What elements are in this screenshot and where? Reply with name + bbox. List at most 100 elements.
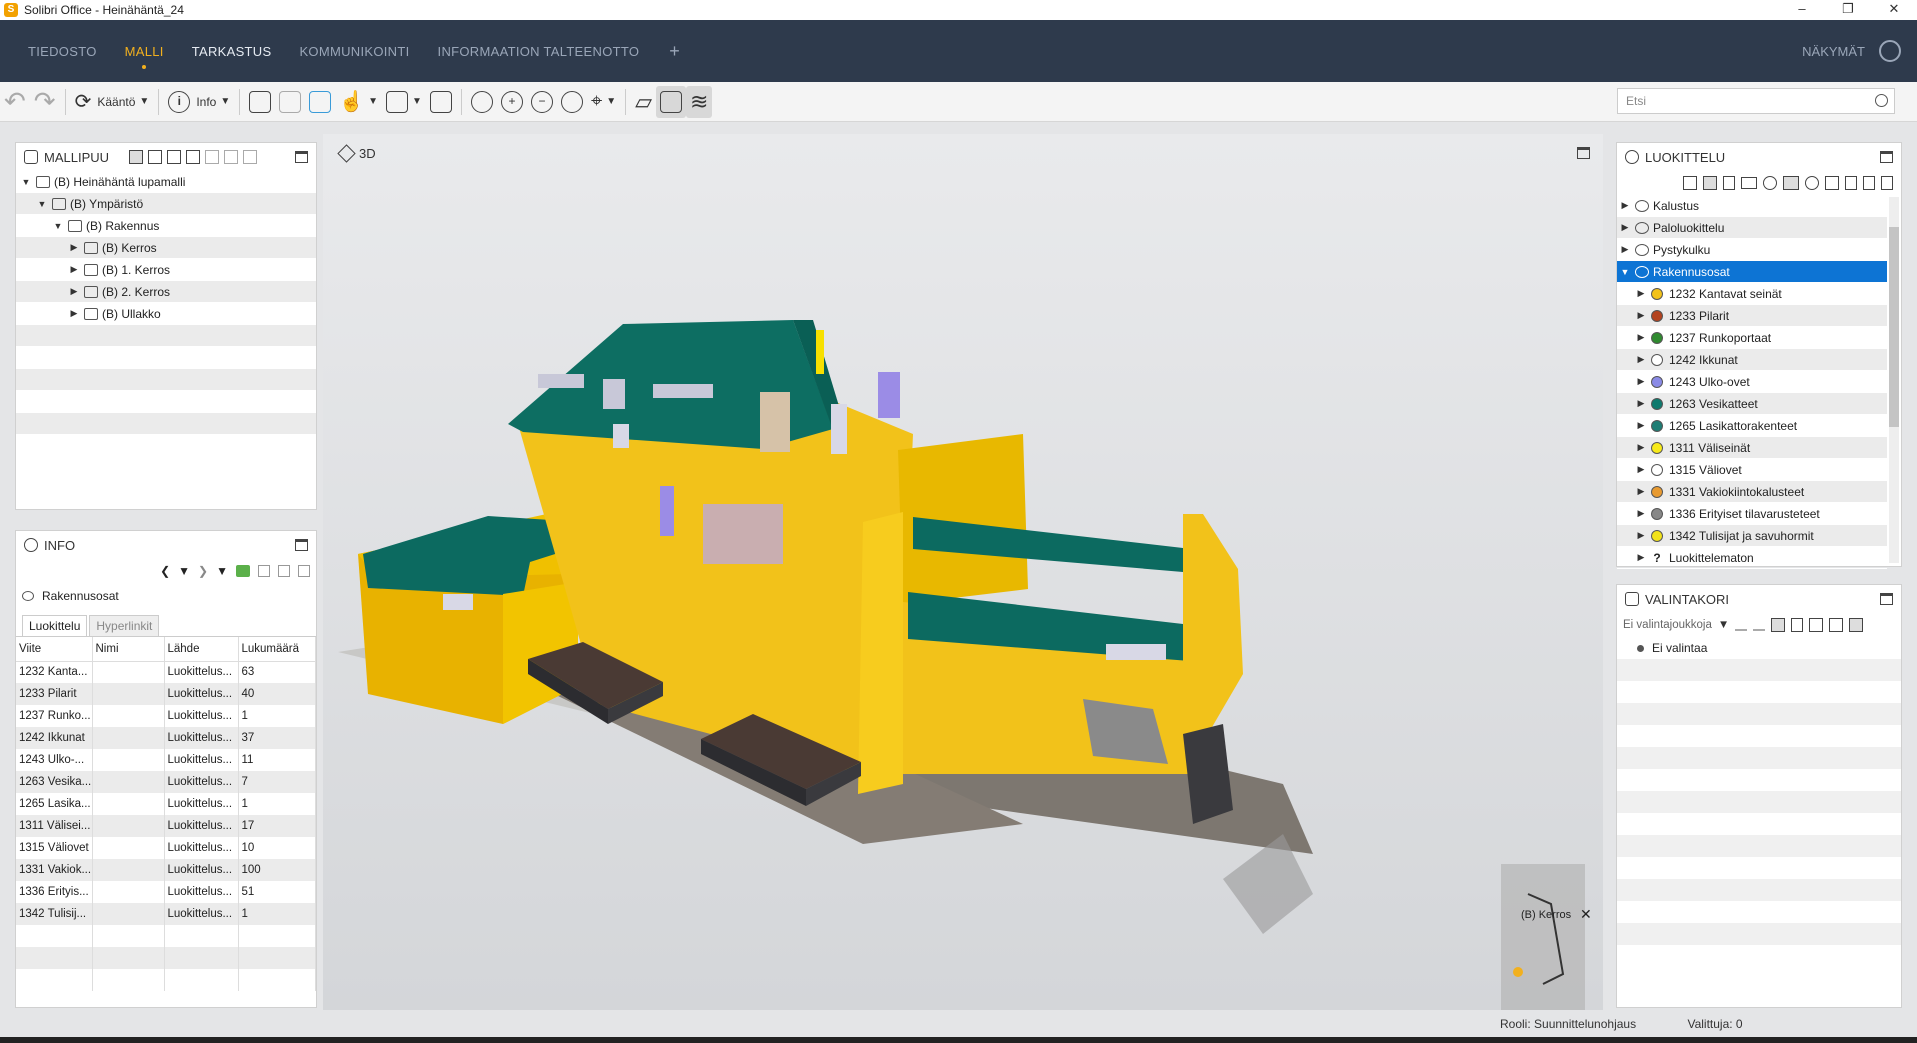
rotate-button[interactable]: ⟳ Kääntö ▼ bbox=[71, 86, 154, 118]
tree-icon[interactable] bbox=[148, 150, 163, 164]
classification-item[interactable]: ▶ 1311 Väliseinät bbox=[1617, 437, 1887, 459]
clipboard-icon[interactable] bbox=[1881, 176, 1893, 190]
expand-arrow-icon[interactable]: ▼ bbox=[52, 221, 64, 231]
map-button[interactable] bbox=[656, 85, 687, 118]
zoom-out-button[interactable]: − bbox=[527, 86, 557, 118]
views-menu[interactable]: NÄKYMÄT bbox=[1802, 44, 1865, 59]
expand-arrow-icon[interactable]: ▶ bbox=[1635, 508, 1647, 519]
classification-group[interactable]: ▶ Kalustus bbox=[1617, 195, 1887, 217]
expand-arrow-icon[interactable]: ▶ bbox=[68, 264, 80, 275]
classification-item[interactable]: ▶ 1342 Tulisijat ja savuhormit bbox=[1617, 525, 1887, 547]
classification-group[interactable]: ▶ Paloluokittelu bbox=[1617, 217, 1887, 239]
color-icon[interactable] bbox=[236, 565, 250, 577]
classification-item[interactable]: ▶ 1237 Runkoportaat bbox=[1617, 327, 1887, 349]
selection-item[interactable]: Ei valintaa bbox=[1617, 637, 1901, 659]
expand-arrow-icon[interactable]: ▶ bbox=[1635, 376, 1647, 387]
expand-arrow-icon[interactable]: ▼ bbox=[20, 177, 32, 187]
clipboard-icon[interactable] bbox=[258, 565, 270, 577]
tab-hyperlinkit[interactable]: Hyperlinkit bbox=[89, 615, 160, 636]
chevron-down-icon[interactable]: ▼ bbox=[1718, 619, 1729, 631]
section-box-button[interactable] bbox=[426, 86, 456, 118]
hierarchy-icon[interactable] bbox=[1771, 618, 1786, 632]
expand-arrow-icon[interactable]: ▶ bbox=[1635, 354, 1647, 365]
search-icon[interactable] bbox=[1875, 94, 1888, 107]
expand-arrow-icon[interactable]: ▶ bbox=[1635, 464, 1647, 475]
table-row[interactable]: 1342 Tulisij... Luokittelus... 1 bbox=[16, 903, 316, 925]
zoom-in-button[interactable]: + bbox=[497, 86, 527, 118]
layers-tree-icon[interactable] bbox=[1809, 618, 1824, 632]
search-input[interactable]: Etsi bbox=[1617, 88, 1895, 114]
classification-item[interactable]: ▶ 1242 Ikkunat bbox=[1617, 349, 1887, 371]
expand-arrow-icon[interactable]: ▶ bbox=[1635, 398, 1647, 409]
table-row[interactable]: 1243 Ulko-... Luokittelus... 11 bbox=[16, 749, 316, 771]
expand-arrow-icon[interactable]: ▶ bbox=[1635, 486, 1647, 497]
hierarchy-icon[interactable] bbox=[129, 150, 144, 164]
chevron-down-icon[interactable]: ▼ bbox=[412, 96, 422, 107]
zoom-fit-button[interactable] bbox=[467, 86, 497, 118]
download-icon[interactable] bbox=[1735, 619, 1748, 631]
clipboard-icon[interactable] bbox=[1863, 176, 1875, 190]
building-model[interactable] bbox=[323, 134, 1603, 1012]
view-cube-button[interactable]: ▼ bbox=[382, 86, 426, 118]
table-row[interactable]: 1232 Kanta... Luokittelus... 63 bbox=[16, 661, 316, 683]
forward-icon[interactable]: ❯ bbox=[198, 564, 208, 578]
restore-icon[interactable]: ❐ bbox=[1825, 0, 1871, 20]
visibility-icon[interactable] bbox=[1783, 176, 1799, 190]
transparent-boxes-button[interactable] bbox=[275, 86, 305, 118]
chevron-down-icon[interactable]: ▼ bbox=[139, 96, 149, 107]
maximize-icon[interactable] bbox=[295, 151, 308, 163]
views-icon[interactable] bbox=[1879, 40, 1901, 62]
clipboard-icon[interactable] bbox=[224, 150, 239, 164]
tree-row[interactable]: ▼ (B) Ympäristö bbox=[16, 193, 316, 215]
filter-tree-icon[interactable] bbox=[186, 150, 201, 164]
expand-arrow-icon[interactable]: ▶ bbox=[68, 242, 80, 253]
clipboard-icon[interactable] bbox=[1845, 176, 1857, 190]
expand-arrow-icon[interactable]: ▶ bbox=[1635, 332, 1647, 343]
clipboard-icon[interactable] bbox=[278, 565, 290, 577]
menu-tarkastus[interactable]: TARKASTUS bbox=[192, 34, 272, 69]
expand-arrow-icon[interactable]: ▶ bbox=[1635, 552, 1647, 563]
filter-tree-icon[interactable] bbox=[1829, 618, 1844, 632]
new-file-icon[interactable] bbox=[1723, 176, 1735, 190]
chevron-down-icon[interactable]: ▼ bbox=[606, 96, 616, 107]
table-row[interactable]: 1263 Vesika... Luokittelus... 7 bbox=[16, 771, 316, 793]
expand-arrow-icon[interactable]: ▶ bbox=[1619, 200, 1631, 211]
minimize-icon[interactable]: – bbox=[1779, 0, 1825, 20]
table-row[interactable]: 1237 Runko... Luokittelus... 1 bbox=[16, 705, 316, 727]
blue-box-button[interactable] bbox=[305, 86, 335, 118]
classification-item[interactable]: ▶ 1243 Ulko-ovet bbox=[1617, 371, 1887, 393]
classification-item[interactable]: ▶ 1265 Lasikattorakenteet bbox=[1617, 415, 1887, 437]
tree-row[interactable]: ▶ (B) 1. Kerros bbox=[16, 259, 316, 281]
settings-icon[interactable] bbox=[1805, 176, 1819, 190]
table-row[interactable]: 1336 Erityis... Luokittelus... 51 bbox=[16, 881, 316, 903]
tree-row[interactable]: ▶ (B) 2. Kerros bbox=[16, 281, 316, 303]
tree-icon[interactable] bbox=[1791, 618, 1804, 632]
expand-arrow-icon[interactable]: ▼ bbox=[36, 199, 48, 209]
classification-item[interactable]: ▶ 1315 Väliovet bbox=[1617, 459, 1887, 481]
table-row[interactable]: 1265 Lasika... Luokittelus... 1 bbox=[16, 793, 316, 815]
expand-arrow-icon[interactable]: ▶ bbox=[1635, 442, 1647, 453]
classification-item[interactable]: ▶? Luokittelematon bbox=[1617, 547, 1887, 569]
maximize-icon[interactable] bbox=[1577, 147, 1590, 159]
zoom-selection-button[interactable] bbox=[557, 86, 587, 118]
edit-icon[interactable] bbox=[1825, 176, 1839, 190]
expand-arrow-icon[interactable]: ▶ bbox=[68, 286, 80, 297]
clipboard-icon[interactable] bbox=[298, 565, 310, 577]
table-row[interactable]: 1315 Väliovet Luokittelus... 10 bbox=[16, 837, 316, 859]
column-lukumaara[interactable]: Lukumäärä bbox=[238, 637, 316, 662]
tree-icon[interactable] bbox=[1703, 176, 1717, 190]
scrollbar-thumb[interactable] bbox=[1889, 227, 1899, 427]
clipboard-icon[interactable] bbox=[205, 150, 220, 164]
expand-arrow-icon[interactable]: ▶ bbox=[1635, 288, 1647, 299]
expand-arrow-icon[interactable]: ▶ bbox=[1635, 530, 1647, 541]
measure-button[interactable]: ⌖ ▼ bbox=[587, 86, 620, 118]
slice-button[interactable]: ▱ bbox=[631, 86, 656, 118]
redo-button[interactable]: ↷ bbox=[30, 86, 60, 118]
hierarchy-icon[interactable] bbox=[1683, 176, 1697, 190]
column-lahde[interactable]: Lähde bbox=[164, 637, 239, 662]
table-row[interactable]: 1331 Vakiok... Luokittelus... 100 bbox=[16, 859, 316, 881]
classification-group[interactable]: ▶ Pystykulku bbox=[1617, 239, 1887, 261]
menu-informaation-talteenotto[interactable]: INFORMAATION TALTEENOTTO bbox=[438, 34, 640, 69]
table-row[interactable]: 1311 Välisei... Luokittelus... 17 bbox=[16, 815, 316, 837]
chevron-down-icon[interactable]: ▼ bbox=[368, 96, 378, 107]
